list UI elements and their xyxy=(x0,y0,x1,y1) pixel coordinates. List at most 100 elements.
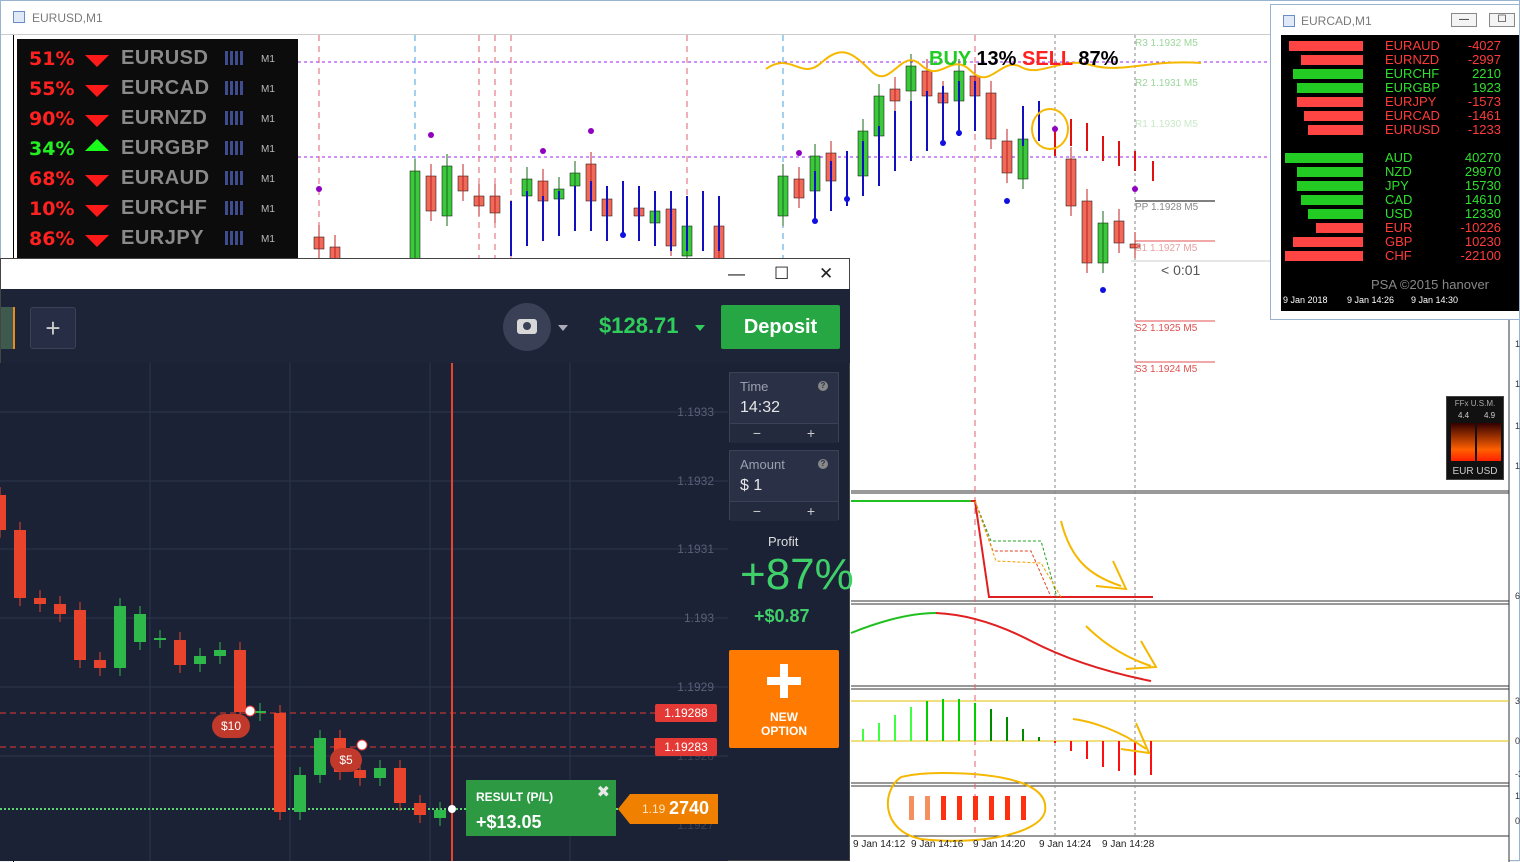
strength-bar xyxy=(1301,195,1363,205)
amount-stepper: − + xyxy=(730,501,838,521)
level-s2: S2 1.1925 M5 xyxy=(1135,323,1198,334)
candle xyxy=(414,803,426,815)
strength-value: -2997 xyxy=(1467,52,1501,67)
candle xyxy=(294,775,306,812)
strength-row: EURGBP 1923 xyxy=(1281,81,1519,95)
sell-pct: 87% xyxy=(1078,48,1119,70)
time-value[interactable]: 14:32 xyxy=(740,399,780,417)
candle xyxy=(14,530,26,598)
indicator-tick: 1 xyxy=(1515,791,1520,801)
strength-value: -4027 xyxy=(1467,38,1501,53)
profit-amount: +$0.87 xyxy=(754,606,810,626)
eurcad-window: EURCAD,M1 — ☐ EURAUD -4027 EURNZD -2997 EURC… xyxy=(1270,4,1520,320)
candle xyxy=(274,713,286,812)
candle xyxy=(234,650,246,712)
time-plus-button[interactable]: + xyxy=(784,424,838,442)
strength-value: -1233 xyxy=(1467,122,1501,137)
strength-row: EURNZD -2997 xyxy=(1281,53,1519,67)
ffx-right-value: 4.9 xyxy=(1484,411,1496,420)
strength-name: EURCAD xyxy=(1385,108,1440,123)
signal-dot xyxy=(940,140,946,146)
indicator-tick: 0 xyxy=(1515,816,1520,826)
strength-bar xyxy=(1285,153,1363,163)
strength-bar xyxy=(1308,209,1363,219)
price-axis-label: 1.193 xyxy=(683,611,714,625)
help-icon[interactable]: ? xyxy=(818,381,828,391)
ffx-left-bar xyxy=(1451,423,1475,461)
price-axis-label: 1.1929 xyxy=(677,680,714,694)
strength-value: 2210 xyxy=(1472,66,1501,81)
strength-bar xyxy=(1297,181,1363,191)
eurcad-date: 9 Jan 2018 xyxy=(1283,295,1328,305)
strength-value: -1461 xyxy=(1467,108,1501,123)
strength-row: NZD 29970 xyxy=(1281,165,1519,179)
time-label: 9 Jan 14:20 xyxy=(973,839,1026,850)
histogram-bars xyxy=(862,699,1152,775)
trade-amount-bubble[interactable]: $5 xyxy=(330,748,362,772)
strength-row: CHF -22100 xyxy=(1281,249,1519,263)
candle xyxy=(134,614,146,642)
help-icon[interactable]: ? xyxy=(818,459,828,469)
candle xyxy=(394,768,406,803)
current-price-flag: 1.19 2740 xyxy=(618,794,718,824)
time-label: 9 Jan 14:12 xyxy=(853,839,906,850)
pane4-bar xyxy=(989,796,994,820)
strength-row: USD 12330 xyxy=(1281,207,1519,221)
strength-bar xyxy=(1293,69,1363,79)
level-s1: S1 1.1927 M5 xyxy=(1135,243,1198,254)
price-tick: 1 xyxy=(1515,379,1520,389)
amount-minus-button[interactable]: − xyxy=(730,502,784,520)
eurcad-window-title: EURCAD,M1 xyxy=(1301,14,1372,28)
platform-chart[interactable] xyxy=(0,0,850,861)
strength-row: EURJPY -1573 xyxy=(1281,95,1519,109)
candle xyxy=(354,770,366,778)
new-option-button[interactable]: NEW OPTION xyxy=(729,650,839,748)
strength-value: 1923 xyxy=(1472,80,1501,95)
amount-value[interactable]: $ 1 xyxy=(740,477,762,495)
time-label: 9 Jan 14:24 xyxy=(1039,839,1092,850)
strength-name: EURAUD xyxy=(1385,38,1440,53)
new-option-line1: NEW xyxy=(770,710,798,724)
ffx-right-bar xyxy=(1477,423,1501,461)
minimize-button[interactable]: — xyxy=(1451,13,1477,27)
candle xyxy=(114,606,126,668)
ffx-usm-gauge: FFx U.S.M. 4.4 4.9 EUR USD xyxy=(1446,396,1504,480)
maximize-button[interactable]: ☐ xyxy=(1489,13,1515,27)
candle xyxy=(74,610,86,660)
time-selector[interactable]: Time ? 14:32 − + xyxy=(729,372,839,443)
amount-selector[interactable]: Amount ? $ 1 − + xyxy=(729,450,839,521)
close-icon[interactable]: ✖ xyxy=(597,782,610,802)
trade-amount-bubble[interactable]: $10 xyxy=(212,714,250,738)
strength-row: EURAUD -4027 xyxy=(1281,39,1519,53)
price-axis-label: 1.1932 xyxy=(677,474,714,488)
indicator-tick: 6 xyxy=(1515,591,1520,601)
time-label: 9 Jan 14:16 xyxy=(911,839,964,850)
price-prefix: 1.19 xyxy=(642,802,666,816)
amount-plus-button[interactable]: + xyxy=(784,502,838,520)
candle xyxy=(154,638,166,640)
strength-row: GBP 10230 xyxy=(1281,235,1519,249)
result-label: RESULT (P/L) xyxy=(476,790,554,804)
signal-dot xyxy=(1100,287,1106,293)
chart-window-icon xyxy=(1283,15,1295,27)
profit-label: Profit xyxy=(768,534,799,549)
strength-bar xyxy=(1285,251,1363,261)
strength-name: CHF xyxy=(1385,248,1412,263)
strength-value: -10226 xyxy=(1460,220,1501,235)
time-minus-button[interactable]: − xyxy=(730,424,784,442)
strength-row: EURCHF 2210 xyxy=(1281,67,1519,81)
price-tick: 1 xyxy=(1515,339,1520,349)
price-main: 2740 xyxy=(669,798,710,818)
candle xyxy=(374,768,386,778)
strength-name: EURNZD xyxy=(1385,52,1440,67)
strength-bar xyxy=(1316,223,1363,233)
eurcad-date: 9 Jan 14:30 xyxy=(1411,295,1459,305)
signal-dot xyxy=(1132,186,1138,192)
strength-value: 12330 xyxy=(1464,206,1501,221)
price-axis-label: 1.1931 xyxy=(677,542,714,556)
strength-name: USD xyxy=(1385,206,1413,221)
strength-name: AUD xyxy=(1385,150,1413,165)
strength-bar xyxy=(1289,41,1363,51)
candle xyxy=(94,660,106,668)
strength-bar xyxy=(1304,111,1363,121)
